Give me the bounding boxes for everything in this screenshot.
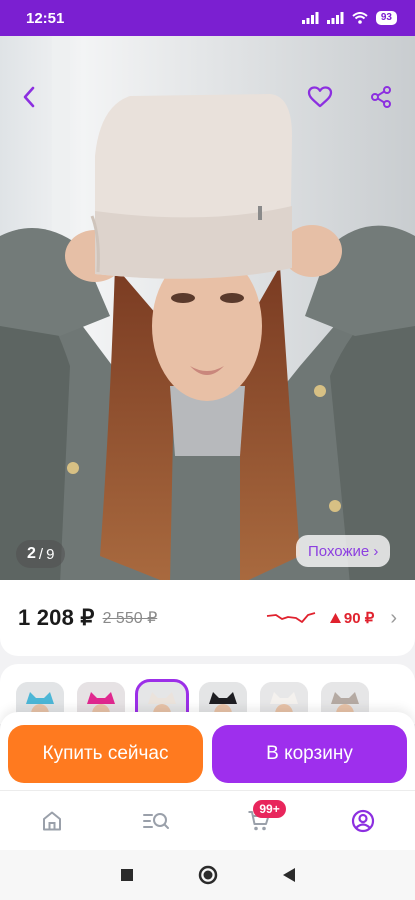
price-card[interactable]: 1 208 ₽ 2 550 ₽ 90 ₽ › xyxy=(0,580,415,656)
recents-icon[interactable] xyxy=(120,868,134,882)
favorite-button[interactable] xyxy=(303,80,337,114)
bottom-nav: 99+ xyxy=(0,790,415,850)
cart-badge: 99+ xyxy=(253,799,286,818)
gallery-separator: / xyxy=(38,545,44,563)
profile-icon xyxy=(352,809,375,832)
price-change: 90 ₽ xyxy=(329,609,375,627)
price-history-sparkline xyxy=(266,612,316,623)
purchase-actions: Купить сейчас В корзину xyxy=(0,712,415,790)
gallery-counter: 2 / 9 xyxy=(16,540,66,568)
product-photo xyxy=(0,36,415,584)
chevron-right-icon: › xyxy=(390,606,397,629)
chevron-left-icon xyxy=(23,86,35,108)
heart-icon xyxy=(307,86,333,108)
old-price: 2 550 ₽ xyxy=(102,610,158,627)
nav-catalog[interactable] xyxy=(104,791,208,851)
home-circle-icon[interactable] xyxy=(198,865,218,885)
signal-icon xyxy=(301,12,319,24)
nav-home[interactable] xyxy=(0,791,104,851)
price-change-value: 90 ₽ xyxy=(343,610,375,627)
back-triangle-icon[interactable] xyxy=(282,867,296,883)
nav-cart[interactable]: 99+ xyxy=(208,791,312,851)
nav-profile[interactable] xyxy=(311,791,415,851)
triangle-up-icon xyxy=(329,613,341,623)
product-screen: 12:51 93 2 / 9 Похожие › 1 208 ₽ 2 550 ₽… xyxy=(0,0,415,900)
current-price: 1 208 ₽ xyxy=(18,605,95,630)
system-nav-bar xyxy=(0,850,415,900)
product-image[interactable] xyxy=(0,36,415,584)
gallery-total: 9 xyxy=(46,545,55,563)
buy-now-button[interactable]: Купить сейчас xyxy=(8,725,203,783)
share-icon xyxy=(371,86,391,108)
signal-icon xyxy=(326,12,344,24)
battery-icon: 93 xyxy=(375,11,397,25)
back-button[interactable] xyxy=(12,80,46,114)
add-to-cart-button[interactable]: В корзину xyxy=(212,725,407,783)
share-button[interactable] xyxy=(364,80,398,114)
gallery-current: 2 xyxy=(27,545,36,562)
home-icon xyxy=(42,811,61,830)
status-icons: 93 xyxy=(301,11,397,25)
wifi-icon xyxy=(352,12,368,24)
status-bar: 12:51 93 xyxy=(0,0,415,36)
catalog-search-icon xyxy=(142,812,169,829)
status-time: 12:51 xyxy=(26,9,65,27)
similar-button[interactable]: Похожие › xyxy=(296,535,391,567)
